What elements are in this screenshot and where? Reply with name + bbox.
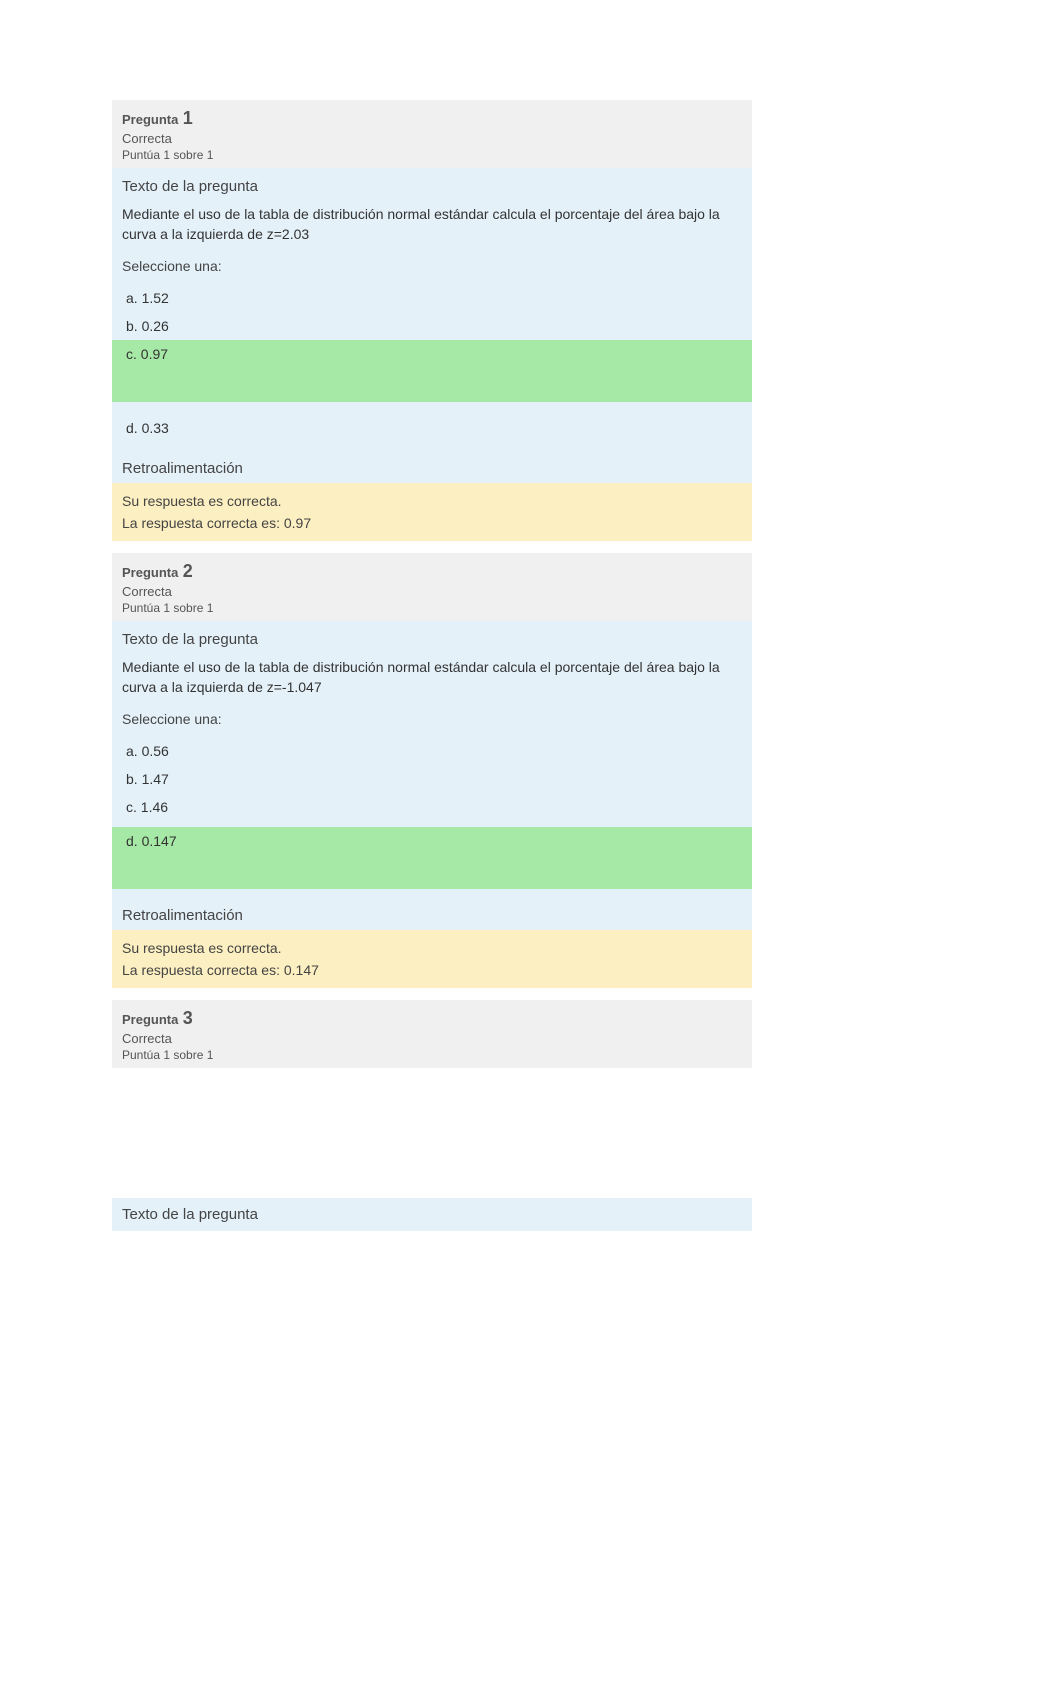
question-number: 2 xyxy=(183,561,193,581)
question-label: Pregunta xyxy=(122,565,178,580)
option-letter: b. xyxy=(126,318,138,334)
option-1a[interactable]: a. 1.52 xyxy=(112,284,752,312)
feedback-box-1: Su respuesta es correcta. La respuesta c… xyxy=(112,483,752,541)
question-prompt: Mediante el uso de la tabla de distribuc… xyxy=(122,658,742,697)
question-header-3: Pregunta 3 Correcta Puntúa 1 sobre 1 xyxy=(112,1000,752,1068)
question-prompt: Mediante el uso de la tabla de distribuc… xyxy=(122,205,742,244)
quiz-page: Pregunta 1 Correcta Puntúa 1 sobre 1 Tex… xyxy=(112,100,752,1231)
option-text: 0.56 xyxy=(142,743,169,759)
option-1d[interactable]: d. 0.33 xyxy=(112,402,752,442)
question-header-2: Pregunta 2 Correcta Puntúa 1 sobre 1 xyxy=(112,553,752,621)
question-text-heading: Texto de la pregunta xyxy=(122,631,742,648)
question-body-3: Texto de la pregunta xyxy=(112,1198,752,1231)
option-text: 1.46 xyxy=(141,799,168,815)
option-2a[interactable]: a. 0.56 xyxy=(112,737,752,765)
question-body-1: Texto de la pregunta Mediante el uso de … xyxy=(112,168,752,452)
option-text: 1.52 xyxy=(142,290,169,306)
page-break-gap xyxy=(112,1068,752,1198)
question-grade: Puntúa 1 sobre 1 xyxy=(122,601,742,615)
feedback-line: Su respuesta es correcta. xyxy=(122,493,742,509)
question-grade: Puntúa 1 sobre 1 xyxy=(122,148,742,162)
option-letter: a. xyxy=(126,743,138,759)
question-state: Correcta xyxy=(122,131,742,146)
option-letter: d. xyxy=(126,420,138,436)
feedback-box-2: Su respuesta es correcta. La respuesta c… xyxy=(112,930,752,988)
option-letter: c. xyxy=(126,799,137,815)
options-list-2: a. 0.56 b. 1.47 c. 1.46 d. 0.147 xyxy=(122,737,742,889)
question-text-heading: Texto de la pregunta xyxy=(122,178,742,195)
question-label: Pregunta xyxy=(122,112,178,127)
question-grade: Puntúa 1 sobre 1 xyxy=(122,1048,742,1062)
feedback-correct-answer: La respuesta correcta es: 0.97 xyxy=(122,515,742,531)
option-text: 1.47 xyxy=(142,771,169,787)
option-text: 0.26 xyxy=(142,318,169,334)
option-1c-correct[interactable]: c. 0.97 xyxy=(112,340,752,402)
option-letter: a. xyxy=(126,290,138,306)
feedback-heading-1: Retroalimentación xyxy=(112,452,752,483)
feedback-line: Su respuesta es correcta. xyxy=(122,940,742,956)
question-state: Correcta xyxy=(122,584,742,599)
option-text: 0.97 xyxy=(141,346,168,362)
option-letter: c. xyxy=(126,346,137,362)
select-one-label: Seleccione una: xyxy=(122,711,742,727)
option-text: 0.33 xyxy=(142,420,169,436)
feedback-correct-answer: La respuesta correcta es: 0.147 xyxy=(122,962,742,978)
select-one-label: Seleccione una: xyxy=(122,258,742,274)
question-label: Pregunta xyxy=(122,1012,178,1027)
feedback-heading-2: Retroalimentación xyxy=(112,899,752,930)
option-2b[interactable]: b. 1.47 xyxy=(112,765,752,793)
question-state: Correcta xyxy=(122,1031,742,1046)
option-2d-correct[interactable]: d. 0.147 xyxy=(112,827,752,889)
question-number: 1 xyxy=(183,108,193,128)
question-text-heading: Texto de la pregunta xyxy=(122,1206,742,1223)
options-list-1: a. 1.52 b. 0.26 c. 0.97 d. 0.33 xyxy=(122,284,742,442)
question-header-1: Pregunta 1 Correcta Puntúa 1 sobre 1 xyxy=(112,100,752,168)
option-text: 0.147 xyxy=(142,833,177,849)
option-letter: b. xyxy=(126,771,138,787)
question-number: 3 xyxy=(183,1008,193,1028)
option-letter: d. xyxy=(126,833,138,849)
option-2c[interactable]: c. 1.46 xyxy=(112,793,752,821)
question-body-2: Texto de la pregunta Mediante el uso de … xyxy=(112,621,752,899)
option-1b[interactable]: b. 0.26 xyxy=(112,312,752,340)
